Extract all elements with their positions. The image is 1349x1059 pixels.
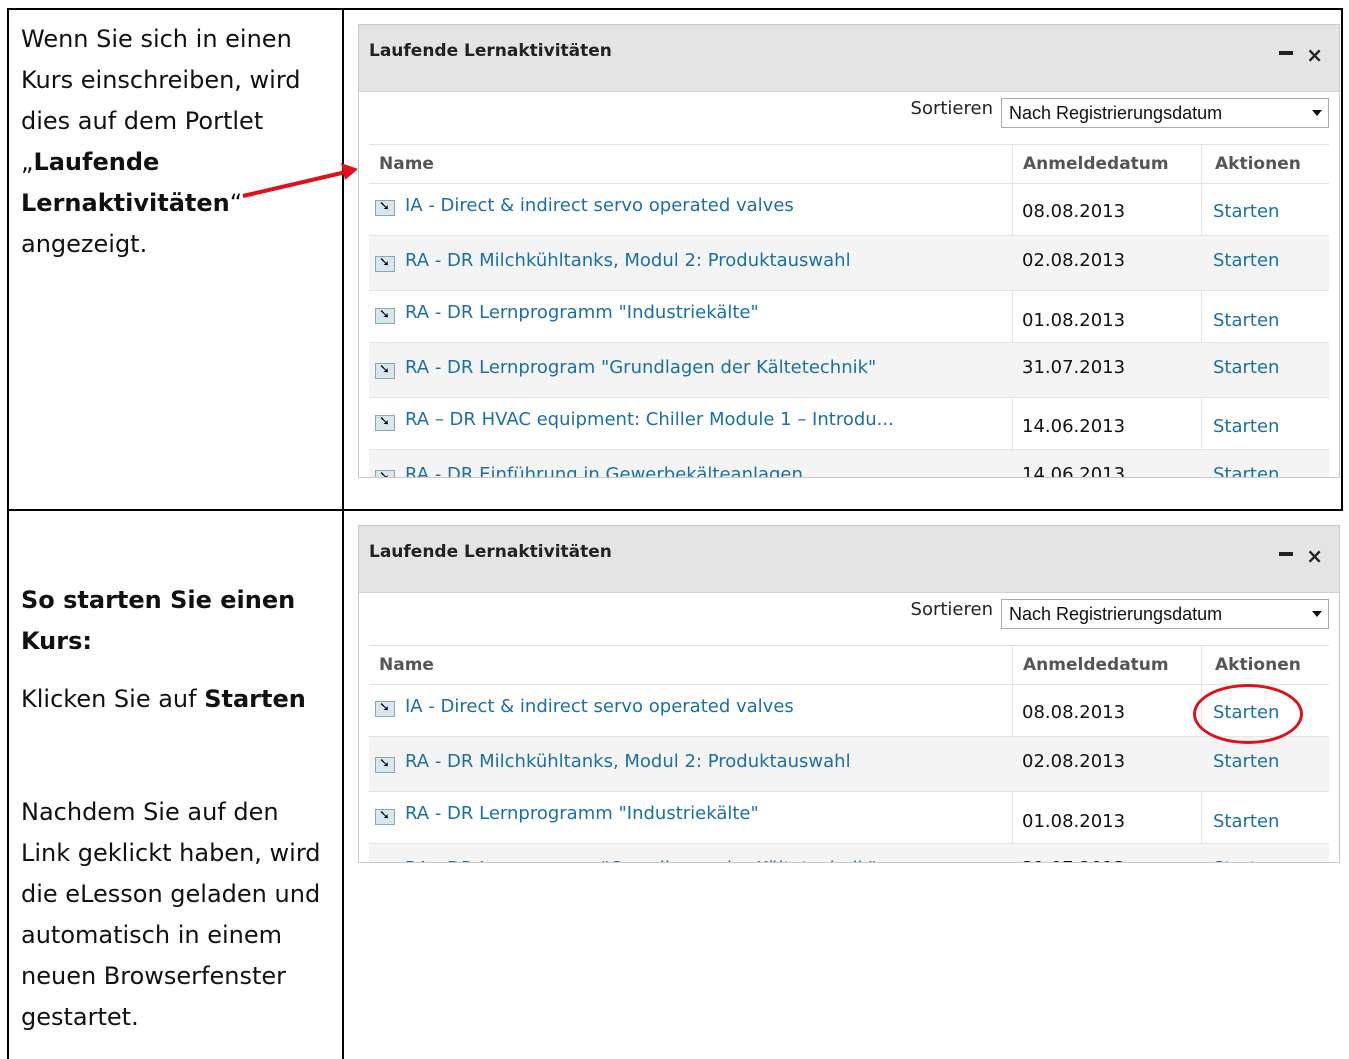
start-link[interactable]: Starten	[1213, 858, 1279, 862]
elesson-icon	[375, 306, 395, 324]
close-icon[interactable]: ×	[1306, 546, 1323, 566]
course-link[interactable]: RA - DR Einführung in Gewerbekälteanlage…	[405, 464, 803, 477]
annotation-circle	[1193, 684, 1303, 744]
enroll-date: 01.08.2013	[1022, 310, 1126, 331]
minimize-icon[interactable]	[1279, 552, 1293, 556]
activities-table: Name Anmeldedatum Aktionen IA - Direct &…	[369, 646, 1329, 862]
start-link[interactable]: Starten	[1213, 201, 1279, 222]
enroll-date: 14.06.2013	[1022, 416, 1126, 437]
after-line: neuen Browserfenster	[21, 962, 287, 990]
table-row: RA - DR Lernprogram "Grundlagen der Kält…	[369, 844, 1329, 862]
portlet-laufende-lernaktivitaeten: Laufende Lernaktivitäten × Sortieren Nac…	[358, 24, 1340, 478]
sort-bar: Sortieren Nach Registrierungsdatum	[369, 593, 1329, 646]
course-link[interactable]: IA - Direct & indirect servo operated va…	[405, 696, 794, 717]
table-row: RA - DR Einführung in Gewerbekälteanlage…	[369, 450, 1329, 478]
enroll-date: 08.08.2013	[1022, 201, 1126, 222]
after-line: die eLesson geladen und	[21, 880, 321, 908]
course-link[interactable]: RA - DR Lernprogramm "Industriekälte"	[405, 302, 759, 323]
chevron-down-icon	[1312, 611, 1322, 617]
course-link[interactable]: RA – DR HVAC equipment: Chiller Module 1…	[405, 409, 894, 430]
table-row: RA - DR Milchkühltanks, Modul 2: Produkt…	[369, 236, 1329, 291]
elesson-icon	[375, 413, 395, 431]
course-link[interactable]: RA - DR Milchkühltanks, Modul 2: Produkt…	[405, 751, 851, 772]
close-icon[interactable]: ×	[1306, 45, 1323, 65]
table-row: RA - DR Lernprogramm "Industriekälte" 01…	[369, 792, 1329, 844]
table-header: Name Anmeldedatum Aktionen	[369, 646, 1329, 685]
activities-table: Name Anmeldedatum Aktionen IA - Direct &…	[369, 145, 1329, 478]
portlet-header: Laufende Lernaktivitäten ×	[359, 25, 1339, 92]
after-line: Nachdem Sie auf den	[21, 798, 279, 826]
elesson-icon	[375, 468, 395, 477]
column-header-date[interactable]: Anmeldedatum	[1023, 154, 1169, 174]
table-row: IA - Direct & indirect servo operated va…	[369, 685, 1329, 737]
start-link[interactable]: Starten	[1213, 310, 1279, 331]
click-instruction: Klicken Sie auf Starten	[21, 679, 333, 720]
column-header-name[interactable]: Name	[379, 655, 434, 675]
click-line: Klicken Sie auf Starten	[21, 679, 333, 720]
after-line: Link geklickt haben, wird	[21, 839, 321, 867]
portlet-title: Laufende Lernaktivitäten	[369, 41, 612, 61]
enroll-date: 02.08.2013	[1022, 250, 1126, 271]
instructions-text: So starten Sie einen Kurs:	[21, 580, 333, 662]
sort-bar: Sortieren Nach Registrierungsdatum	[369, 92, 1329, 145]
enroll-date: 31.07.2013	[1022, 858, 1125, 862]
column-header-name[interactable]: Name	[379, 154, 434, 174]
after-click-text: Nachdem Sie auf den Link geklickt haben,…	[21, 792, 333, 1038]
start-link[interactable]: Starten	[1213, 416, 1279, 437]
sort-select-value: Nach Registrierungsdatum	[1009, 103, 1223, 123]
start-link[interactable]: Starten	[1213, 464, 1279, 477]
start-link[interactable]: Starten	[1213, 357, 1279, 378]
sort-label: Sortieren	[910, 98, 993, 119]
table-row: IA - Direct & indirect servo operated va…	[369, 184, 1329, 236]
table-row: RA - DR Milchkühltanks, Modul 2: Produkt…	[369, 737, 1329, 792]
sort-select-value: Nach Registrierungsdatum	[1009, 604, 1223, 624]
elesson-icon	[375, 699, 395, 717]
start-link[interactable]: Starten	[1213, 751, 1279, 772]
portlet-laufende-lernaktivitaeten: Laufende Lernaktivitäten × Sortieren Nac…	[358, 525, 1340, 863]
course-link[interactable]: RA - DR Lernprogram "Grundlagen der Kält…	[405, 858, 876, 862]
enroll-date: 14.06.2013	[1022, 464, 1126, 478]
heading-line: So starten Sie einen	[21, 586, 296, 614]
portlet-header: Laufende Lernaktivitäten ×	[359, 526, 1339, 593]
portlet-title: Laufende Lernaktivitäten	[369, 542, 612, 562]
table-row: RA - DR Lernprogram "Grundlagen der Kält…	[369, 343, 1329, 398]
table-row: RA – DR HVAC equipment: Chiller Module 1…	[369, 398, 1329, 450]
column-header-actions: Aktionen	[1215, 655, 1301, 675]
elesson-icon	[375, 254, 395, 272]
sort-select[interactable]: Nach Registrierungsdatum	[1001, 98, 1329, 128]
column-header-actions: Aktionen	[1215, 154, 1301, 174]
click-target-bold: Starten	[204, 685, 306, 713]
chevron-down-icon	[1312, 110, 1322, 116]
elesson-icon	[375, 755, 395, 773]
enroll-date: 08.08.2013	[1022, 702, 1126, 723]
column-header-date[interactable]: Anmeldedatum	[1023, 655, 1169, 675]
after-line: gestartet.	[21, 1003, 139, 1031]
enroll-date: 31.07.2013	[1022, 357, 1126, 378]
sort-select[interactable]: Nach Registrierungsdatum	[1001, 599, 1329, 629]
table-header: Name Anmeldedatum Aktionen	[369, 145, 1329, 184]
heading-line: Kurs:	[21, 627, 92, 655]
course-link[interactable]: RA - DR Lernprogramm "Industriekälte"	[405, 803, 759, 824]
table-row: RA - DR Lernprogramm "Industriekälte" 01…	[369, 291, 1329, 343]
enroll-date: 01.08.2013	[1022, 811, 1126, 832]
course-link[interactable]: IA - Direct & indirect servo operated va…	[405, 195, 794, 216]
elesson-icon	[375, 198, 395, 216]
sort-label: Sortieren	[910, 599, 993, 620]
elesson-icon	[375, 807, 395, 825]
start-link[interactable]: Starten	[1213, 811, 1279, 832]
enroll-date: 02.08.2013	[1022, 751, 1126, 772]
elesson-icon	[375, 361, 395, 379]
course-link[interactable]: RA - DR Lernprogram "Grundlagen der Kält…	[405, 357, 876, 378]
click-prefix: Klicken Sie auf	[21, 685, 205, 713]
after-line: automatisch in einem	[21, 921, 283, 949]
start-link[interactable]: Starten	[1213, 250, 1279, 271]
course-link[interactable]: RA - DR Milchkühltanks, Modul 2: Produkt…	[405, 250, 851, 271]
instructions-heading: Kurs:	[21, 621, 333, 662]
instructions-heading: So starten Sie einen	[21, 580, 333, 621]
minimize-icon[interactable]	[1279, 51, 1293, 55]
